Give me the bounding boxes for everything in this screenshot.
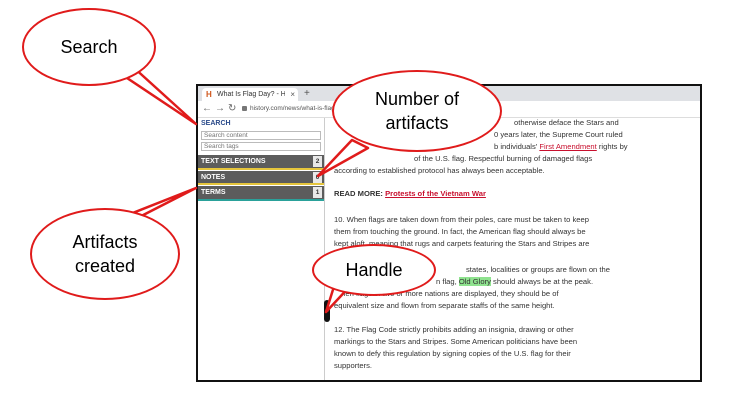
reload-icon[interactable]: ↻ bbox=[228, 102, 236, 116]
article-text-line: known to defy this regulation by signing… bbox=[334, 349, 571, 358]
terms-count: 1 bbox=[313, 187, 322, 198]
sidebar-item-label: TERMS bbox=[201, 189, 226, 196]
text-selections-count: 2 bbox=[313, 156, 322, 167]
article-text-line: supporters. bbox=[334, 361, 372, 370]
article-text-line: 10. When flags are taken down from their… bbox=[334, 215, 589, 224]
article-text-line: n flag, Old Glory should always be at th… bbox=[436, 277, 594, 286]
article-text-line: markings to the Stars and Stripes. Some … bbox=[334, 337, 578, 346]
sidebar-title: SEARCH bbox=[201, 120, 231, 127]
old-glory-highlight[interactable]: Old Glory bbox=[458, 277, 491, 286]
artifacts-sidebar: SEARCH TEXT SELECTIONS 2 NOTES 0 TERMS 1 bbox=[198, 118, 325, 380]
history-favicon-icon: H bbox=[206, 89, 212, 99]
article-text-line: 0 years later, the Supreme Court ruled bbox=[494, 130, 623, 139]
handle-callout-text: Handle bbox=[345, 260, 403, 280]
article-text-line: b individuals' First Amendment rights by bbox=[494, 142, 628, 151]
article-text-line: otherwise deface the Stars and bbox=[514, 118, 619, 127]
article-text-line: according to established protocol has al… bbox=[334, 166, 545, 175]
sidebar-item-label: TEXT SELECTIONS bbox=[201, 158, 266, 165]
artifacts-created-callout-line1: Artifacts bbox=[72, 232, 138, 252]
browser-tab[interactable]: H What Is Flag Day? - HISTO × bbox=[202, 88, 298, 101]
search-content-input[interactable] bbox=[201, 131, 321, 140]
sidebar-item-text-selections[interactable]: TEXT SELECTIONS 2 bbox=[198, 155, 324, 170]
notes-count: 0 bbox=[313, 172, 322, 183]
sidebar-item-label: NOTES bbox=[201, 174, 226, 181]
sidebar-item-notes[interactable]: NOTES 0 bbox=[198, 171, 324, 185]
url-text: history.com/news/what-is-flag- bbox=[250, 105, 337, 112]
article-text-line: states, localities or groups are flown o… bbox=[466, 265, 610, 274]
sidebar-handle[interactable]: « bbox=[324, 300, 330, 322]
lock-icon bbox=[242, 105, 247, 111]
arrow-left-icon[interactable]: ← bbox=[202, 102, 212, 116]
read-more-label: READ MORE: bbox=[334, 189, 383, 198]
tab-close-icon[interactable]: × bbox=[290, 88, 295, 101]
artifacts-count-callout: Number of artifacts bbox=[332, 70, 502, 152]
search-tags-input[interactable] bbox=[201, 142, 321, 151]
search-callout: Search bbox=[22, 8, 156, 86]
artifacts-count-callout-line2: artifacts bbox=[385, 113, 449, 133]
artifacts-created-callout-line2: created bbox=[74, 256, 136, 276]
article-text-line: them from touching the ground. In fact, … bbox=[334, 227, 586, 236]
first-amendment-link[interactable]: First Amendment bbox=[539, 142, 596, 151]
arrow-right-icon[interactable]: → bbox=[215, 102, 225, 116]
read-more-link[interactable]: Protests of the Vietnam War bbox=[385, 189, 486, 198]
tab-title: What Is Flag Day? - HISTO bbox=[217, 91, 285, 98]
handle-callout: Handle bbox=[312, 244, 436, 296]
artifacts-count-callout-line1: Number of bbox=[374, 89, 460, 109]
artifacts-created-callout: Artifacts created bbox=[30, 208, 180, 300]
read-more: READ MORE: Protests of the Vietnam War bbox=[334, 188, 690, 200]
article-text-line: of the U.S. flag. Respectful burning of … bbox=[414, 154, 593, 163]
search-callout-text: Search bbox=[60, 37, 118, 57]
article-text-line: 12. The Flag Code strictly prohibits add… bbox=[334, 325, 574, 334]
article-text-line: equivalent size and flown from separate … bbox=[334, 301, 555, 310]
sidebar-item-terms[interactable]: TERMS 1 bbox=[198, 186, 324, 201]
new-tab-button[interactable]: + bbox=[304, 88, 310, 100]
